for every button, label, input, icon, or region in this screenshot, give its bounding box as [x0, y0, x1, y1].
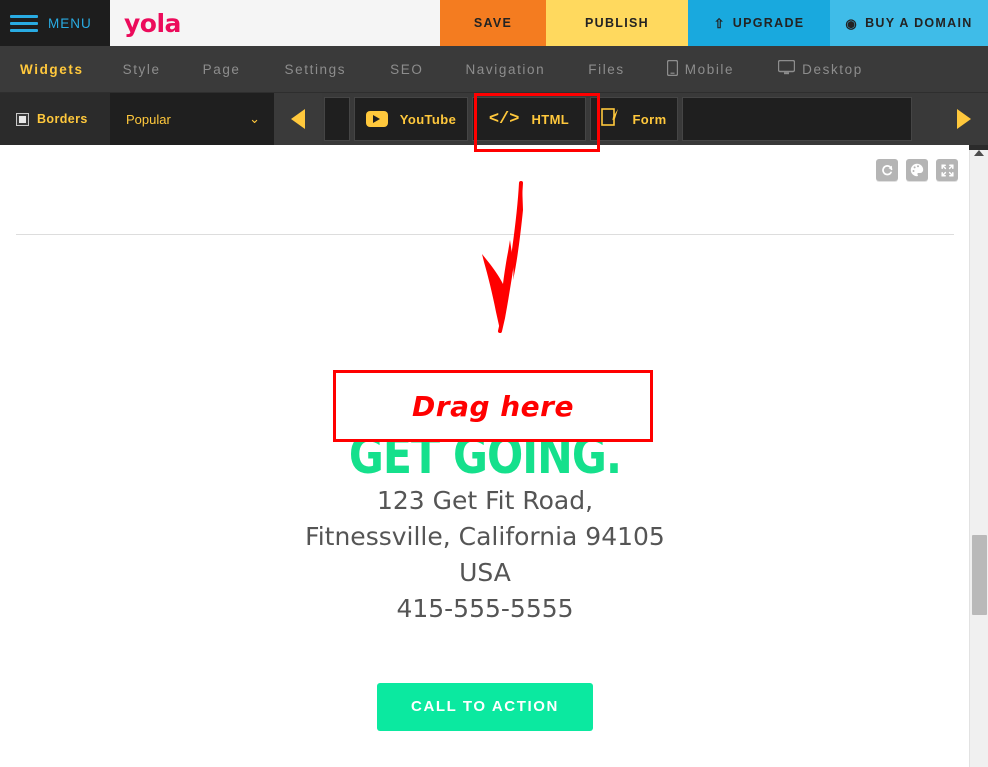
widgets-next-button[interactable] [940, 93, 988, 145]
widget-youtube[interactable]: YouTube [354, 97, 468, 141]
widget-category-value: Popular [126, 111, 171, 127]
main-nav-tabs: Widgets Style Page Settings SEO Navigati… [0, 46, 988, 93]
buy-domain-label: BUY A DOMAIN [865, 16, 973, 30]
widget-form-label: Form [632, 111, 667, 127]
code-brackets-icon: </> [488, 109, 520, 129]
tab-mobile-label: Mobile [684, 61, 735, 77]
address-line-1: 123 Get Fit Road, [376, 486, 594, 515]
page-canvas: GET GOING. Drag here 123 Get Fit Road, F… [0, 145, 988, 767]
widget-toolbar: Borders Popular ⌄ YouTube </> HTML Form [0, 93, 988, 145]
tab-settings[interactable]: Settings [285, 62, 347, 77]
tab-files-label: Files [588, 61, 625, 77]
upgrade-label: UPGRADE [732, 16, 805, 30]
widget-html[interactable]: </> HTML [472, 97, 586, 141]
tab-widgets-label: Widgets [20, 61, 84, 77]
palette-icon[interactable] [906, 159, 928, 181]
address-block: 123 Get Fit Road, Fitnessville, Californ… [0, 483, 970, 627]
tab-files[interactable]: Files [588, 62, 625, 77]
refresh-icon[interactable] [876, 159, 898, 181]
upgrade-arrow-icon: ⇧ [713, 15, 726, 31]
widget-empty-slot[interactable] [682, 97, 912, 141]
tab-settings-label: Settings [284, 61, 347, 77]
widget-strip: YouTube </> HTML Form [322, 93, 940, 145]
widget-html-label: HTML [531, 111, 570, 127]
widget-category-select[interactable]: Popular ⌄ [110, 93, 274, 145]
tab-seo-label: SEO [390, 61, 424, 77]
brand-logo[interactable]: yola [110, 0, 440, 46]
tab-desktop-label: Desktop [802, 61, 863, 77]
chevron-down-icon: ⌄ [249, 111, 260, 126]
tab-desktop[interactable]: Desktop [777, 59, 863, 78]
hamburger-icon [10, 14, 38, 32]
tab-mobile[interactable]: Mobile [666, 59, 735, 79]
vertical-scroll-thumb[interactable] [972, 535, 987, 615]
scroll-up-arrow-icon[interactable] [970, 145, 988, 161]
cta-container: CALL TO ACTION [0, 683, 970, 731]
publish-button[interactable]: PUBLISH [546, 0, 688, 46]
vertical-scrollbar[interactable] [969, 145, 988, 767]
widget-form[interactable]: Form [590, 97, 678, 141]
address-line-3: USA [459, 558, 511, 587]
globe-icon: ◉ [845, 15, 859, 31]
menu-button[interactable]: MENU [0, 0, 110, 46]
tab-navigation[interactable]: Navigation [465, 62, 545, 77]
save-button[interactable]: SAVE [440, 0, 546, 46]
page-tools [876, 159, 958, 181]
desktop-monitor-icon [777, 59, 796, 78]
triangle-left-icon [291, 109, 305, 129]
buy-domain-button[interactable]: ◉ BUY A DOMAIN [830, 0, 988, 46]
drag-here-label: Drag here [412, 389, 574, 423]
widget-youtube-label: YouTube [399, 111, 457, 127]
youtube-play-icon [365, 111, 388, 127]
logo-text: yola [124, 8, 181, 38]
widgets-prev-button[interactable] [274, 93, 322, 145]
borders-checkbox[interactable] [16, 112, 29, 126]
tab-style-label: Style [122, 61, 161, 77]
tab-style[interactable]: Style [123, 62, 161, 77]
mobile-phone-icon [666, 59, 678, 79]
menu-label: MENU [48, 15, 92, 31]
tab-page[interactable]: Page [203, 62, 241, 77]
top-bar: MENU yola SAVE PUBLISH ⇧ UPGRADE ◉ BUY A… [0, 0, 988, 46]
tab-seo[interactable]: SEO [390, 62, 423, 77]
hand-drawn-down-arrow-icon [482, 181, 523, 333]
borders-toggle[interactable]: Borders [0, 93, 110, 145]
tab-navigation-label: Navigation [465, 61, 546, 77]
widget-partial-previous[interactable] [324, 97, 350, 141]
save-label: SAVE [473, 16, 513, 30]
tab-page-label: Page [202, 61, 241, 77]
triangle-right-icon [957, 109, 971, 129]
borders-label: Borders [37, 112, 88, 126]
upgrade-button[interactable]: ⇧ UPGRADE [688, 0, 830, 46]
drag-here-annotation-box: Drag here [333, 370, 653, 442]
publish-label: PUBLISH [585, 16, 649, 30]
tab-widgets[interactable]: Widgets [20, 62, 84, 77]
yola-site-builder-window: MENU yola SAVE PUBLISH ⇧ UPGRADE ◉ BUY A… [0, 0, 988, 767]
form-pencil-icon [601, 107, 620, 132]
fullscreen-icon[interactable] [936, 159, 958, 181]
address-line-2: Fitnessville, California 94105 [305, 522, 665, 551]
phone-number: 415-555-5555 [396, 594, 574, 623]
call-to-action-button[interactable]: CALL TO ACTION [377, 683, 593, 731]
